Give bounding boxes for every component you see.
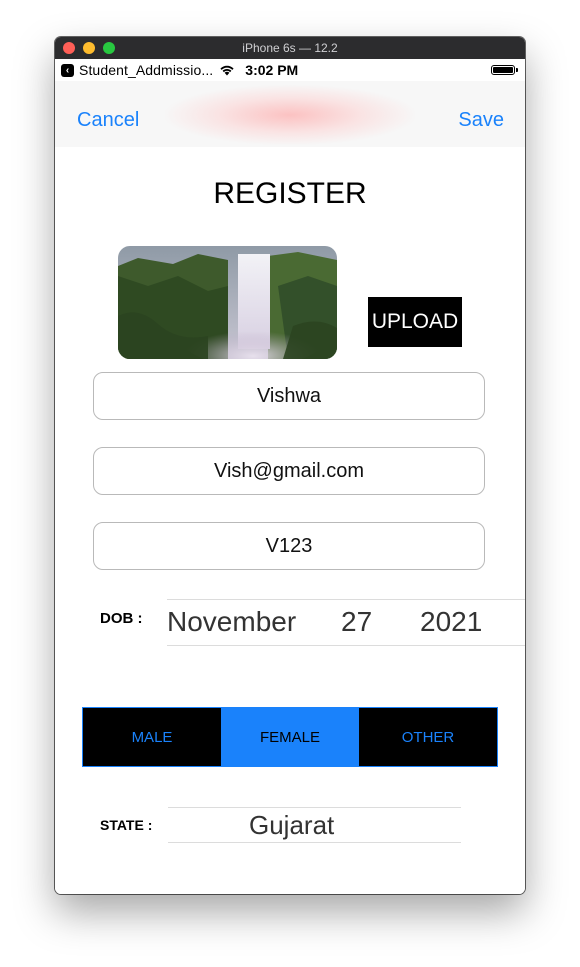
dob-month-wheel[interactable]: November (167, 606, 296, 638)
segment-other[interactable]: OTHER (359, 708, 497, 766)
state-label: STATE : (100, 817, 153, 833)
navigation-bar: Cancel Save (55, 81, 525, 147)
email-field[interactable]: Vish@gmail.com (93, 447, 485, 495)
window-title: iPhone 6s — 12.2 (242, 41, 338, 55)
device-screen: ‹ Student_Addmissio... 3:02 PM Cancel Sa… (55, 59, 525, 894)
waterfall-image (118, 246, 337, 359)
nav-highlight (165, 85, 415, 145)
segment-male[interactable]: MALE (83, 708, 221, 766)
battery-icon (491, 65, 518, 75)
name-field[interactable]: Vishwa (93, 372, 485, 420)
close-window-button[interactable] (63, 42, 75, 54)
state-picker[interactable]: Gujarat (168, 807, 461, 843)
dob-day-wheel[interactable]: 27 (341, 606, 372, 638)
state-wheel[interactable]: Gujarat (249, 810, 334, 841)
cancel-button[interactable]: Cancel (77, 109, 139, 132)
status-app-name[interactable]: Student_Addmissio... (79, 62, 213, 78)
dob-label: DOB : (100, 610, 143, 627)
simulator-window: iPhone 6s — 12.2 ‹ Student_Addmissio... … (55, 37, 525, 894)
segment-female[interactable]: FEMALE (221, 708, 359, 766)
dob-year-wheel[interactable]: 2021 (420, 606, 482, 638)
status-bar: ‹ Student_Addmissio... 3:02 PM (55, 59, 525, 81)
back-to-app-icon[interactable]: ‹ (61, 63, 74, 77)
zoom-window-button[interactable] (103, 42, 115, 54)
page-title: REGISTER (213, 177, 367, 210)
simulator-titlebar: iPhone 6s — 12.2 (55, 37, 525, 59)
wifi-icon (220, 65, 234, 76)
upload-button[interactable]: UPLOAD (368, 297, 462, 347)
gender-segmented-control: MALE FEMALE OTHER (82, 707, 498, 767)
minimize-window-button[interactable] (83, 42, 95, 54)
dob-picker[interactable]: November 27 2021 (167, 599, 525, 646)
status-time: 3:02 PM (245, 62, 299, 78)
profile-photo (118, 246, 337, 359)
password-field[interactable]: V123 (93, 522, 485, 570)
save-button[interactable]: Save (458, 109, 504, 132)
